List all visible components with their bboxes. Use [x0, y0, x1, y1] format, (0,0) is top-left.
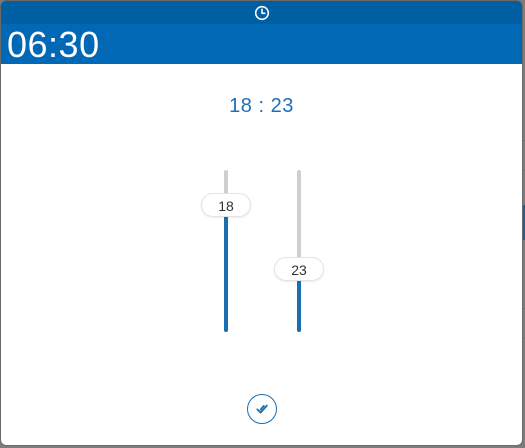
- header-icon-bar: [1, 1, 522, 24]
- time-picker-header: 06:30: [1, 1, 522, 65]
- confirm-button[interactable]: [247, 394, 277, 424]
- time-picker-dialog: 06:30 18 : 23 18 23: [1, 1, 522, 445]
- check-icon: [256, 404, 268, 414]
- clock-icon: [254, 5, 269, 20]
- minutes-slider-thumb[interactable]: 23: [274, 257, 324, 281]
- hours-slider-thumb[interactable]: 18: [201, 193, 251, 217]
- hours-slider[interactable]: 18: [201, 170, 251, 332]
- hours-slider-fill: [224, 205, 228, 332]
- minutes-slider[interactable]: 23: [274, 170, 324, 332]
- selected-time-display: 18 : 23: [229, 95, 294, 117]
- header-time: 06:30: [7, 24, 100, 65]
